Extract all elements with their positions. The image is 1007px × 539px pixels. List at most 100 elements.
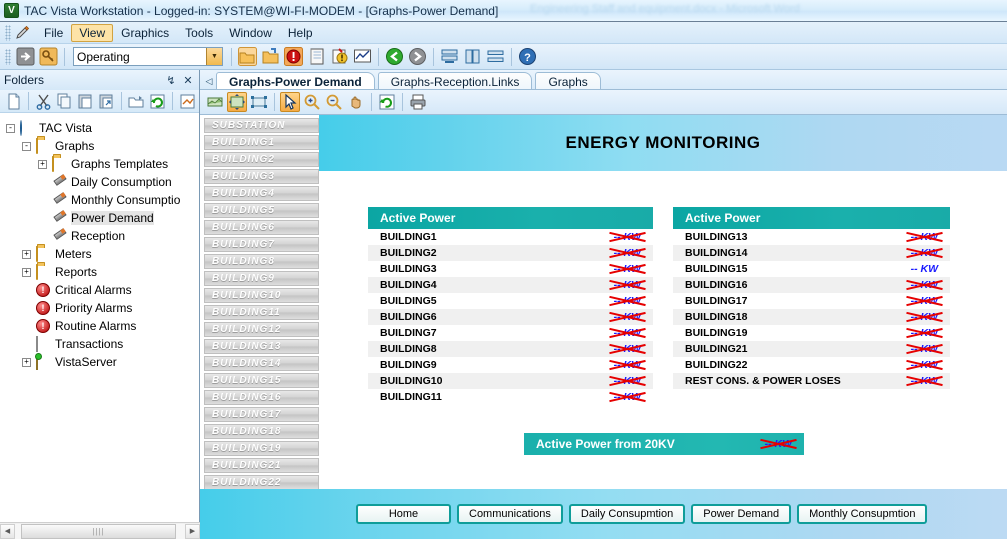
tab-scroll-prev-icon[interactable]: ◁ — [202, 72, 216, 90]
building-button-building8[interactable]: BUILDING8 — [204, 254, 319, 269]
building-button-building7[interactable]: BUILDING7 — [204, 237, 319, 252]
tree-item-transactions[interactable]: Transactions — [6, 335, 199, 353]
table-row[interactable]: BUILDING16 -- KW — [673, 277, 950, 293]
actual-size-icon[interactable] — [249, 92, 269, 112]
tree-item-daily-consumption[interactable]: Daily Consumption — [6, 173, 199, 191]
tree-expander[interactable]: - — [22, 141, 31, 151]
chevron-down-icon[interactable]: ▼ — [206, 48, 222, 65]
tree-item-reception[interactable]: Reception — [6, 227, 199, 245]
tile-horizontal-icon[interactable] — [439, 46, 460, 67]
tree-item-power-demand[interactable]: Power Demand — [6, 209, 199, 227]
fit-width-icon[interactable] — [205, 92, 225, 112]
properties-icon[interactable] — [178, 92, 197, 111]
building-button-building22[interactable]: BUILDING22 — [204, 475, 319, 490]
zoom-out-icon[interactable] — [324, 92, 344, 112]
key-icon[interactable] — [38, 46, 59, 67]
cut-icon[interactable] — [34, 92, 53, 111]
menu-graphics[interactable]: Graphics — [113, 24, 177, 42]
table-row[interactable]: BUILDING6 -- KW — [368, 309, 653, 325]
scroll-track[interactable]: |||| — [15, 523, 185, 539]
table-row[interactable]: BUILDING14 -- KW — [673, 245, 950, 261]
building-button-building15[interactable]: BUILDING15 — [204, 373, 319, 388]
building-button-building2[interactable]: BUILDING2 — [204, 152, 319, 167]
table-row[interactable]: BUILDING11 -- KW — [368, 389, 653, 405]
menu-file[interactable]: File — [36, 24, 71, 42]
toolbar-grip[interactable] — [5, 48, 11, 65]
table-row[interactable]: BUILDING7 -- KW — [368, 325, 653, 341]
tree-item-graphs[interactable]: - Graphs — [6, 137, 199, 155]
table-row[interactable]: BUILDING22 -- KW — [673, 357, 950, 373]
menu-tools[interactable]: Tools — [177, 24, 221, 42]
open-icon[interactable] — [127, 92, 146, 111]
close-icon[interactable]: ✕ — [181, 73, 195, 87]
tree-item-graphs-templates[interactable]: + Graphs Templates — [6, 155, 199, 173]
building-button-building4[interactable]: BUILDING4 — [204, 186, 319, 201]
menu-grip[interactable] — [5, 24, 11, 41]
table-row[interactable]: REST CONS. & POWER LOSES -- KW — [673, 373, 950, 389]
building-button-building17[interactable]: BUILDING17 — [204, 407, 319, 422]
building-button-substation[interactable]: SUBSTATION — [204, 118, 319, 133]
tree-expander[interactable]: + — [22, 357, 31, 367]
paste-icon[interactable] — [76, 92, 95, 111]
forward-icon[interactable] — [407, 46, 428, 67]
print-icon[interactable] — [408, 92, 428, 112]
log-icon[interactable] — [306, 46, 327, 67]
tile-vertical-icon[interactable] — [462, 46, 483, 67]
open-folder-icon[interactable] — [237, 46, 258, 67]
copy-icon[interactable] — [55, 92, 74, 111]
tree-expander[interactable]: - — [6, 123, 15, 133]
menu-view[interactable]: View — [71, 23, 114, 42]
new-icon[interactable] — [4, 92, 23, 111]
tree-item-meters[interactable]: + Meters — [6, 245, 199, 263]
alarm-icon[interactable] — [283, 46, 304, 67]
building-button-building10[interactable]: BUILDING10 — [204, 288, 319, 303]
tree-item-monthly-consumption[interactable]: Monthly Consumptio — [6, 191, 199, 209]
building-button-building18[interactable]: BUILDING18 — [204, 424, 319, 439]
folders-horizontal-scrollbar[interactable]: ◀ |||| ▶ — [0, 522, 200, 539]
tree-expander[interactable]: + — [38, 159, 47, 169]
trend-icon[interactable] — [352, 46, 373, 67]
tree-expander[interactable]: + — [22, 249, 31, 259]
table-row[interactable]: BUILDING4 -- KW — [368, 277, 653, 293]
nav-button-communications[interactable]: Communications — [457, 504, 563, 524]
zoom-in-icon[interactable] — [302, 92, 322, 112]
tree-item-critical-alarms[interactable]: ! Critical Alarms — [6, 281, 199, 299]
menu-window[interactable]: Window — [221, 24, 280, 42]
help-icon[interactable]: ? — [517, 46, 538, 67]
table-row[interactable]: BUILDING21 -- KW — [673, 341, 950, 357]
pin-icon[interactable]: ↯ — [164, 73, 178, 87]
table-row[interactable]: BUILDING13 -- KW — [673, 229, 950, 245]
nav-button-daily-consupmtion[interactable]: Daily Consupmtion — [568, 504, 686, 524]
nav-button-monthly-consupmtion[interactable]: Monthly Consupmtion — [797, 504, 928, 524]
tree-item-reports[interactable]: + Reports — [6, 263, 199, 281]
tree-item-routine-alarms[interactable]: ! Routine Alarms — [6, 317, 199, 335]
building-button-building14[interactable]: BUILDING14 — [204, 356, 319, 371]
scroll-thumb[interactable]: |||| — [21, 523, 176, 539]
tree-item-vistaserver[interactable]: + VistaServer — [6, 353, 199, 371]
table-row[interactable]: BUILDING5 -- KW — [368, 293, 653, 309]
refresh-icon[interactable] — [377, 92, 397, 112]
building-button-building16[interactable]: BUILDING16 — [204, 390, 319, 405]
scroll-left-icon[interactable]: ◀ — [0, 523, 15, 539]
tree-expander[interactable]: + — [22, 267, 31, 277]
table-row[interactable]: BUILDING15 -- KW — [673, 261, 950, 277]
tab-graphs-power-demand[interactable]: Graphs-Power Demand — [216, 72, 375, 90]
table-row[interactable]: BUILDING17 -- KW — [673, 293, 950, 309]
mode-select[interactable]: Operating ▼ — [73, 47, 223, 66]
table-row[interactable]: BUILDING1 -- KW — [368, 229, 653, 245]
nav-button-home[interactable]: Home — [356, 504, 451, 524]
table-row[interactable]: BUILDING2 -- KW — [368, 245, 653, 261]
event-icon[interactable] — [329, 46, 350, 67]
building-button-building19[interactable]: BUILDING19 — [204, 441, 319, 456]
select-arrow-icon[interactable] — [280, 92, 300, 112]
table-row[interactable]: BUILDING18 -- KW — [673, 309, 950, 325]
table-row[interactable]: BUILDING9 -- KW — [368, 357, 653, 373]
tab-graphs-reception-links[interactable]: Graphs-Reception.Links — [377, 72, 533, 90]
tab-graphs[interactable]: Graphs — [535, 72, 601, 90]
building-button-building11[interactable]: BUILDING11 — [204, 305, 319, 320]
table-row[interactable]: BUILDING10 -- KW — [368, 373, 653, 389]
back-icon[interactable] — [384, 46, 405, 67]
pan-hand-icon[interactable] — [346, 92, 366, 112]
new-folder-icon[interactable] — [260, 46, 281, 67]
menu-help[interactable]: Help — [280, 24, 321, 42]
